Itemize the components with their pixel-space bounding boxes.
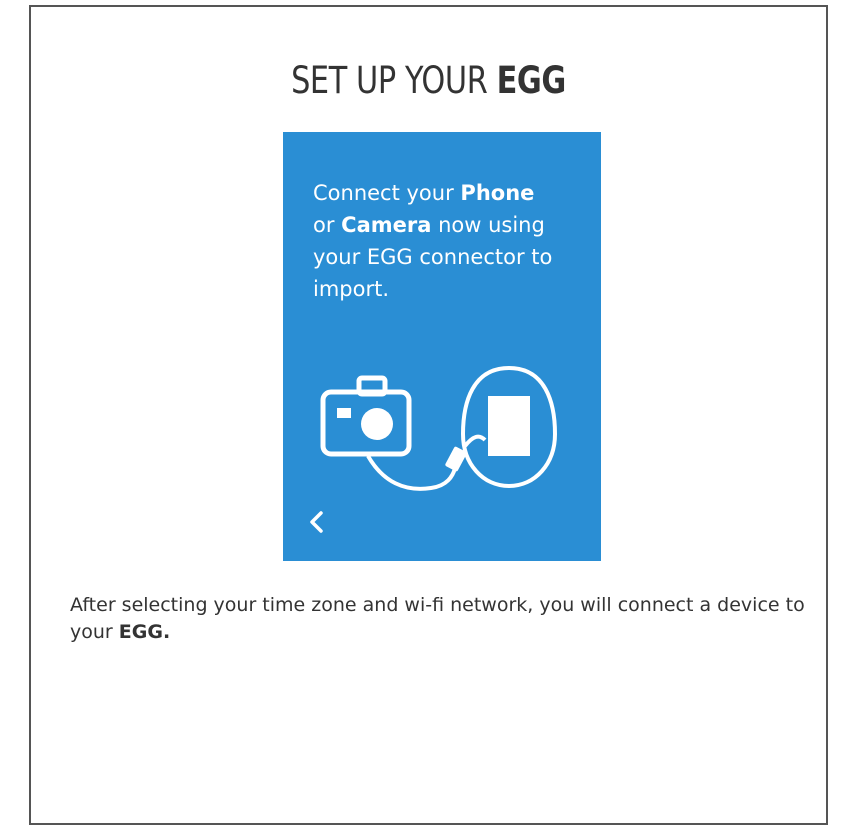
device-screen-preview: Connect your Phone or Camera now using yo…: [283, 132, 601, 561]
instruction-part-2: or: [313, 213, 335, 237]
camera-icon: [320, 375, 412, 457]
page-title: SET UP YOUR EGG: [103, 59, 755, 102]
back-arrow-icon[interactable]: [307, 507, 327, 537]
caption-text: After selecting your time zone and wi-fi…: [70, 594, 805, 643]
title-prefix: SET UP YOUR: [291, 59, 488, 102]
title-bold: EGG: [496, 59, 567, 102]
phone-icon: [460, 365, 558, 489]
phone-word: Phone: [460, 181, 535, 205]
instruction-part-1: Connect your: [313, 181, 454, 205]
device-instruction-text: Connect your Phone or Camera now using yo…: [313, 177, 593, 305]
connect-illustration: [320, 365, 558, 491]
setup-panel: SET UP YOUR EGG Connect your Phone or Cam…: [29, 5, 828, 825]
setup-caption: After selecting your time zone and wi-fi…: [70, 592, 810, 646]
caption-bold: EGG.: [118, 621, 171, 643]
cable-icon: [366, 434, 487, 491]
camera-word: Camera: [341, 213, 432, 237]
